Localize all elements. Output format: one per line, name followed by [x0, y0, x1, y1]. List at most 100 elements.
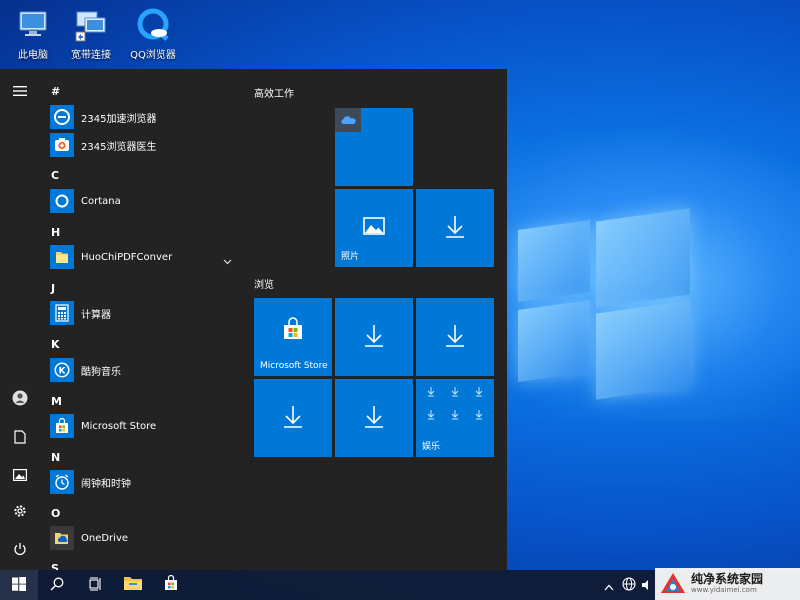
watermark-url: www.yidaimei.com [691, 586, 757, 594]
watermark-logo-icon [661, 573, 685, 593]
group-header[interactable]: N [51, 451, 60, 464]
tile-label: 照片 [341, 252, 360, 262]
chevron-up-icon [604, 576, 614, 595]
desktop-icon-broadband[interactable]: 宽带连接 [58, 6, 124, 61]
desktop-icon-this-pc[interactable]: 此电脑 [0, 6, 66, 61]
globe-icon [622, 576, 636, 595]
chevron-down-icon[interactable] [223, 250, 232, 269]
group-header[interactable]: J [51, 282, 55, 295]
settings-button[interactable] [0, 494, 40, 530]
documents-button[interactable] [0, 420, 40, 456]
tile-microsoft-store[interactable]: Microsoft Store [254, 298, 332, 376]
group-header[interactable]: S [51, 562, 59, 570]
app-item-calculator[interactable]: 计算器 [50, 298, 240, 328]
power-button[interactable] [0, 532, 40, 568]
network-tray-button[interactable] [619, 570, 639, 600]
tile-download-3[interactable] [416, 298, 494, 376]
desktop-icon-label: QQ浏览器 [130, 50, 176, 61]
site-watermark: 纯净系统家园 www.yidaimei.com [655, 568, 800, 600]
download-icon [283, 404, 303, 432]
app-item-cortana[interactable]: Cortana [50, 186, 240, 216]
app-item-microsoft-store[interactable]: Microsoft Store [50, 411, 240, 441]
app-name: HuoChiPDFConver [81, 251, 173, 263]
app-item-2345-browser[interactable]: 2345加速浏览器 [50, 102, 240, 132]
task-view-icon [88, 576, 102, 595]
hamburger-menu-icon [13, 82, 27, 101]
section-title-browse[interactable]: 浏览 [254, 276, 274, 291]
browser-2345-icon [50, 105, 74, 129]
tile-onedrive[interactable] [335, 108, 413, 186]
app-name: 计算器 [81, 309, 111, 321]
app-item-alarms-clock[interactable]: 闹钟和时钟 [50, 467, 240, 497]
download-icon [445, 214, 465, 242]
expand-menu-button[interactable] [0, 73, 40, 109]
kugou-icon: K [50, 358, 74, 382]
photos-icon [363, 217, 385, 239]
folder-icon [50, 245, 74, 269]
store-icon [50, 414, 74, 438]
svg-text:K: K [59, 367, 67, 377]
computer-icon [15, 6, 51, 42]
volume-tray-button[interactable] [638, 570, 656, 600]
onedrive-icon [335, 108, 361, 132]
windows-start-icon [12, 576, 26, 595]
app-item-kugou[interactable]: K 酷狗音乐 [50, 355, 240, 385]
file-explorer-button[interactable] [114, 570, 152, 600]
pictures-icon [13, 466, 28, 485]
store-bag-icon [281, 316, 305, 345]
download-icon [364, 404, 384, 432]
tile-photos[interactable]: 照片 [335, 189, 413, 267]
app-item-huochipdf[interactable]: HuoChiPDFConver [50, 242, 240, 272]
group-header[interactable]: H [51, 226, 60, 239]
group-header[interactable]: K [51, 338, 60, 351]
speaker-icon [641, 576, 653, 595]
tile-entertainment-folder[interactable]: 娱乐 [416, 379, 494, 457]
onedrive-folder-icon [50, 526, 74, 550]
app-name: Cortana [81, 195, 121, 207]
download-icon [445, 323, 465, 351]
download-icon [364, 323, 384, 351]
user-account-button[interactable] [0, 382, 40, 418]
search-button[interactable] [38, 570, 76, 600]
search-icon [50, 576, 64, 595]
app-item-2345-doctor[interactable]: 2345浏览器医生 [50, 130, 240, 160]
app-name: 闹钟和时钟 [81, 478, 131, 490]
network-icon [73, 6, 109, 42]
documents-icon [14, 429, 26, 448]
app-list: # 2345加速浏览器 2345浏览器医生 C Cortana H HuoChi… [40, 69, 245, 570]
tile-download-5[interactable] [335, 379, 413, 457]
group-header[interactable]: C [51, 169, 59, 182]
calculator-icon [50, 301, 74, 325]
tile-download-2[interactable] [335, 298, 413, 376]
group-header[interactable]: O [51, 507, 60, 520]
desktop-icon-label: 宽带连接 [71, 50, 111, 61]
task-view-button[interactable] [76, 570, 114, 600]
store-taskbar-button[interactable] [152, 570, 190, 600]
app-name: 酷狗音乐 [81, 366, 121, 378]
app-name: Microsoft Store [81, 420, 157, 432]
start-menu-rail [0, 69, 40, 570]
power-icon [13, 541, 27, 560]
group-header[interactable]: # [51, 85, 60, 98]
mini-download-grid-icon [424, 385, 486, 433]
start-menu: # 2345加速浏览器 2345浏览器医生 C Cortana H HuoChi… [0, 69, 507, 570]
file-explorer-icon [123, 575, 143, 595]
desktop-icon-qq-browser[interactable]: QQ浏览器 [120, 6, 186, 61]
cortana-icon [50, 189, 74, 213]
app-item-onedrive[interactable]: OneDrive [50, 523, 240, 553]
start-button[interactable] [0, 570, 38, 600]
pictures-button[interactable] [0, 457, 40, 493]
tiles-area: 高效工作 照片 浏览 Microsoft Store 娱乐 [245, 69, 507, 570]
show-hidden-icons-button[interactable] [598, 570, 620, 600]
desktop-icon-label: 此电脑 [18, 50, 48, 61]
qq-browser-icon [135, 6, 171, 42]
tile-label: 娱乐 [422, 442, 441, 452]
group-header[interactable]: M [51, 395, 62, 408]
alarm-clock-icon [50, 470, 74, 494]
tile-download-4[interactable] [254, 379, 332, 457]
section-title-productivity[interactable]: 高效工作 [254, 85, 294, 100]
tile-label: Microsoft Store [260, 361, 328, 371]
tile-download-1[interactable] [416, 189, 494, 267]
app-name: 2345加速浏览器 [81, 113, 157, 125]
user-account-icon [12, 390, 28, 410]
